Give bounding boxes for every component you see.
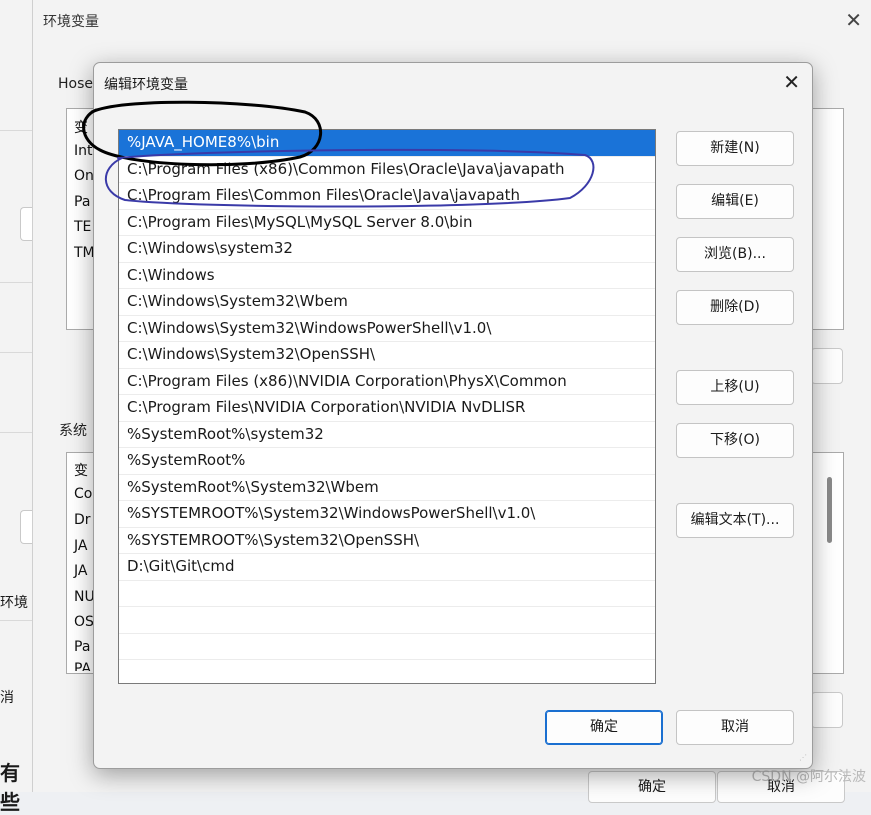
- window-title: 环境变量: [43, 14, 99, 30]
- list-item[interactable]: OS: [74, 614, 94, 630]
- path-item[interactable]: C:\Program Files\MySQL\MySQL Server 8.0\…: [119, 210, 655, 236]
- watermark: CSDN @阿尔法波: [751, 769, 866, 785]
- list-item[interactable]: On: [74, 168, 94, 184]
- edit-env-var-dialog: 编辑环境变量 ✕ %JAVA_HOME8%\bin C:\Program Fil…: [93, 62, 813, 769]
- list-item[interactable]: 变: [74, 460, 88, 480]
- path-item[interactable]: C:\Windows\System32\WindowsPowerShell\v1…: [119, 316, 655, 342]
- path-item[interactable]: C:\Windows: [119, 263, 655, 289]
- close-icon[interactable]: ✕: [845, 8, 862, 32]
- path-item[interactable]: C:\Program Files\Common Files\Oracle\Jav…: [119, 183, 655, 210]
- path-item[interactable]: C:\Windows\system32: [119, 236, 655, 263]
- partial-button[interactable]: [811, 348, 843, 384]
- path-item[interactable]: C:\Program Files (x86)\Common Files\Orac…: [119, 157, 655, 183]
- partial-heading: 有些: [0, 761, 20, 814]
- list-item[interactable]: Co: [74, 486, 92, 502]
- empty-row: [119, 660, 655, 683]
- list-item[interactable]: Pa: [74, 194, 90, 210]
- list-item[interactable]: TE: [74, 219, 91, 235]
- divider: [0, 352, 32, 353]
- env-ok-button[interactable]: 确定: [588, 771, 716, 803]
- list-item[interactable]: Int: [74, 143, 93, 159]
- path-item[interactable]: %SYSTEMROOT%\System32\WindowsPowerShell\…: [119, 501, 655, 528]
- new-button[interactable]: 新建(N): [676, 131, 794, 166]
- browse-button[interactable]: 浏览(B)...: [676, 237, 794, 272]
- path-item[interactable]: C:\Program Files (x86)\NVIDIA Corporatio…: [119, 369, 655, 395]
- path-item[interactable]: %SystemRoot%: [119, 448, 655, 475]
- scrollbar-thumb[interactable]: [827, 477, 832, 543]
- list-item[interactable]: Dr: [74, 512, 91, 528]
- list-item[interactable]: JA: [74, 538, 87, 554]
- user-vars-group-label: Hose: [58, 76, 93, 92]
- path-item[interactable]: %SystemRoot%\System32\Wbem: [119, 475, 655, 501]
- divider: [0, 620, 32, 621]
- delete-button[interactable]: 删除(D): [676, 290, 794, 325]
- move-down-button[interactable]: 下移(O): [676, 423, 794, 458]
- edit-text-button[interactable]: 编辑文本(T)...: [676, 503, 794, 538]
- path-item[interactable]: %SYSTEMROOT%\System32\OpenSSH\: [119, 528, 655, 554]
- system-vars-group-label: 系统: [59, 423, 87, 439]
- list-item[interactable]: 变: [74, 117, 88, 137]
- list-item[interactable]: Pa: [74, 639, 90, 655]
- resize-grip-icon[interactable]: ⋰: [799, 753, 809, 763]
- list-item[interactable]: NU: [74, 589, 95, 605]
- path-item[interactable]: %SystemRoot%\system32: [119, 422, 655, 448]
- path-item[interactable]: D:\Git\Git\cmd: [119, 554, 655, 581]
- background-window-edge: 环境 消 有些: [0, 0, 33, 814]
- close-icon[interactable]: ✕: [783, 70, 800, 94]
- partial-text: 环境: [0, 595, 28, 611]
- divider: [0, 432, 32, 433]
- partial-button[interactable]: [811, 692, 843, 728]
- divider: [0, 282, 32, 283]
- divider: [0, 130, 32, 131]
- path-item[interactable]: C:\Program Files\NVIDIA Corporation\NVID…: [119, 395, 655, 422]
- path-item[interactable]: C:\Windows\System32\Wbem: [119, 289, 655, 316]
- empty-row: [119, 634, 655, 660]
- path-item[interactable]: C:\Windows\System32\OpenSSH\: [119, 342, 655, 369]
- empty-row: [119, 607, 655, 634]
- list-item[interactable]: PA: [74, 661, 91, 671]
- cancel-button[interactable]: 取消: [676, 710, 794, 745]
- list-item[interactable]: JA: [74, 563, 87, 579]
- empty-row: [119, 581, 655, 607]
- list-item[interactable]: TM: [74, 245, 95, 261]
- path-list[interactable]: %JAVA_HOME8%\bin C:\Program Files (x86)\…: [118, 129, 656, 684]
- partial-text: 消: [0, 690, 14, 706]
- move-up-button[interactable]: 上移(U): [676, 370, 794, 405]
- ok-button[interactable]: 确定: [545, 710, 663, 745]
- path-item-selected[interactable]: %JAVA_HOME8%\bin: [119, 130, 655, 157]
- dialog-title: 编辑环境变量: [104, 77, 188, 93]
- edit-button[interactable]: 编辑(E): [676, 184, 794, 219]
